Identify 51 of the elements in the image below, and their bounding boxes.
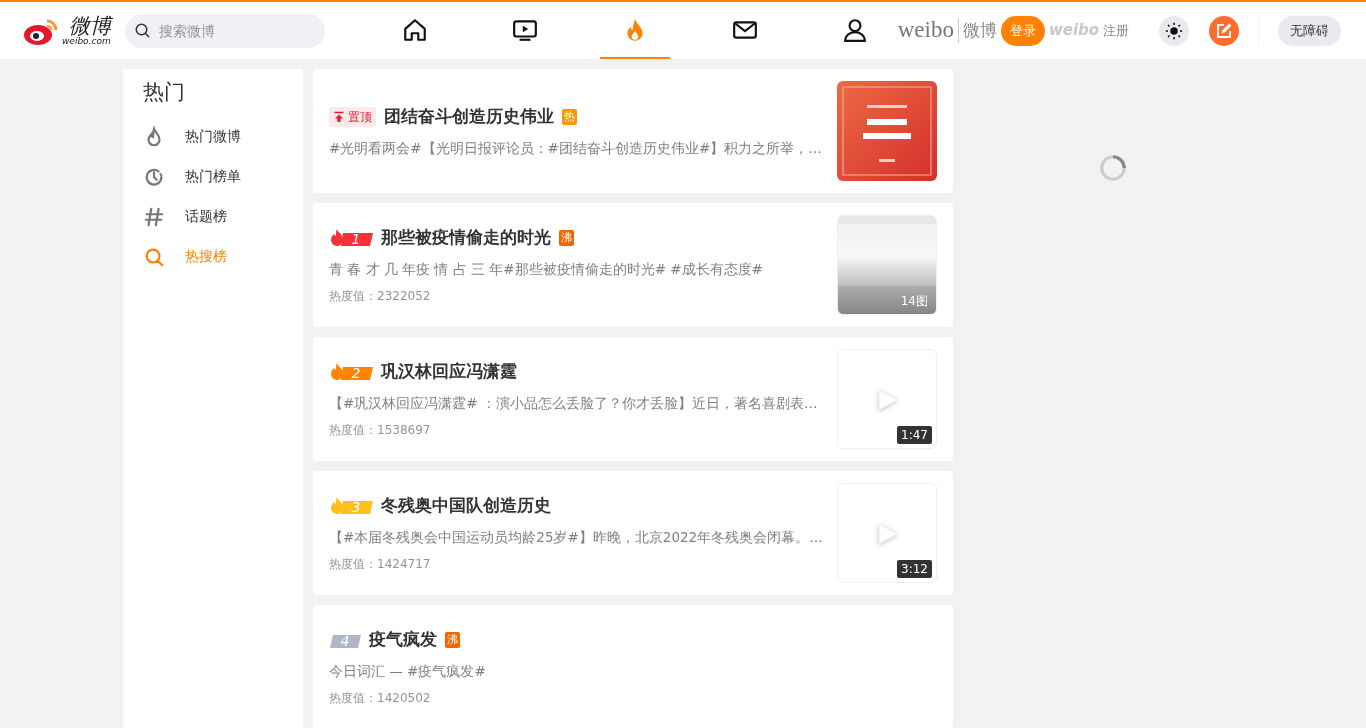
logo-domain: weibo.com bbox=[62, 36, 111, 46]
post-title[interactable]: 巩汉林回应冯潇霆 bbox=[381, 359, 517, 385]
play-icon bbox=[877, 388, 899, 412]
video-duration: 3:12 bbox=[897, 560, 932, 578]
hot-tag: 热 bbox=[562, 108, 577, 125]
theme-button[interactable] bbox=[1159, 15, 1190, 46]
sidebar-item[interactable]: 话题榜 bbox=[143, 196, 283, 237]
post-card[interactable]: 1 那些被疫情偷走的时光 沸 青 春 才 几 年疫 情 占 三 年#那些被疫情偷走的时光# #成长有态度# 热度值：2322052 14图 bbox=[313, 203, 953, 327]
heat-value: 热度值：2322052 bbox=[329, 287, 432, 305]
brand-logo: weibo bbox=[897, 16, 954, 45]
user-icon bbox=[841, 16, 868, 43]
edit-icon bbox=[1215, 21, 1234, 40]
post-summary: 【#本届冬残奥会中国运动员均龄25岁#】昨晚，北京2022年冬残奥会闭幕。… bbox=[329, 527, 824, 547]
sidebar-item[interactable]: 热门微博 bbox=[143, 116, 283, 157]
hot-tag: 沸 bbox=[559, 229, 574, 246]
post-card[interactable]: 3 冬残奥中国队创造历史 【#本届冬残奥会中国运动员均龄25岁#】昨晚，北京2022年冬残奥会闭幕。… 热度值：1424717 3:12 bbox=[313, 471, 953, 595]
arrow-up-icon bbox=[333, 110, 345, 123]
sidebar-item[interactable]: 热门榜单 bbox=[143, 156, 283, 197]
heat-value: 热度值：1538697 bbox=[329, 421, 432, 439]
sidebar-title: 热门 bbox=[143, 79, 186, 106]
post-summary: 青 春 才 几 年疫 情 占 三 年#那些被疫情偷走的时光# #成长有态度# bbox=[329, 259, 764, 279]
post-title[interactable]: 那些被疫情偷走的时光 bbox=[381, 225, 551, 251]
accessibility-button[interactable]: 无障碍 bbox=[1278, 15, 1342, 46]
post-summary: 【#巩汉林回应冯潇霆# ：演小品怎么丢脸了？你才丢脸】近日，著名喜剧表… bbox=[329, 393, 819, 413]
hashtag-icon bbox=[143, 205, 165, 228]
post-title[interactable]: 疫气疯发 bbox=[369, 627, 437, 653]
post-title[interactable]: 团结奋斗创造历史伟业 bbox=[384, 104, 554, 130]
post-card[interactable]: 2 巩汉林回应冯潇霆 【#巩汉林回应冯潇霆# ：演小品怎么丢脸了？你才丢脸】近日，著名喜剧表… 热度值：1538697 1:47 bbox=[313, 337, 953, 461]
image-count: 14图 bbox=[899, 293, 929, 310]
register-link[interactable]: 注册 bbox=[1103, 20, 1130, 41]
search-field[interactable]: 搜索微博 bbox=[124, 13, 325, 48]
compose-button[interactable] bbox=[1209, 15, 1240, 46]
heat-value: 热度值：1424717 bbox=[329, 555, 432, 573]
play-icon bbox=[877, 522, 899, 546]
post-card[interactable]: 4 疫气疯发 沸 今日词汇 — #疫气疯发# 热度值：1420502 bbox=[313, 605, 953, 728]
rank-badge: 1 bbox=[329, 226, 373, 249]
post-card[interactable]: 置顶 团结奋斗创造历史伟业 热 #光明看两会#【光明日报评论员：#团结奋斗创造历史伟业#】积力之所举，… bbox=[313, 69, 953, 193]
post-summary: 今日词汇 — #疫气疯发# bbox=[329, 661, 487, 681]
rank-badge: 2 bbox=[329, 360, 373, 383]
post-summary: #光明看两会#【光明日报评论员：#团结奋斗创造历史伟业#】积力之所举，… bbox=[329, 138, 823, 158]
pinned-label: 置顶 bbox=[329, 106, 376, 127]
loading-spinner-icon bbox=[1098, 153, 1128, 183]
sun-icon bbox=[1165, 21, 1184, 40]
rank-badge: 3 bbox=[329, 494, 373, 517]
hot-tag: 沸 bbox=[445, 631, 460, 648]
video-duration: 1:47 bbox=[897, 426, 932, 444]
home-icon bbox=[401, 16, 428, 43]
search-icon bbox=[133, 21, 152, 40]
post-title[interactable]: 冬残奥中国队创造历史 bbox=[381, 493, 551, 519]
brand-logo: 微博 bbox=[957, 17, 997, 44]
heat-value: 热度值：1420502 bbox=[329, 689, 432, 707]
